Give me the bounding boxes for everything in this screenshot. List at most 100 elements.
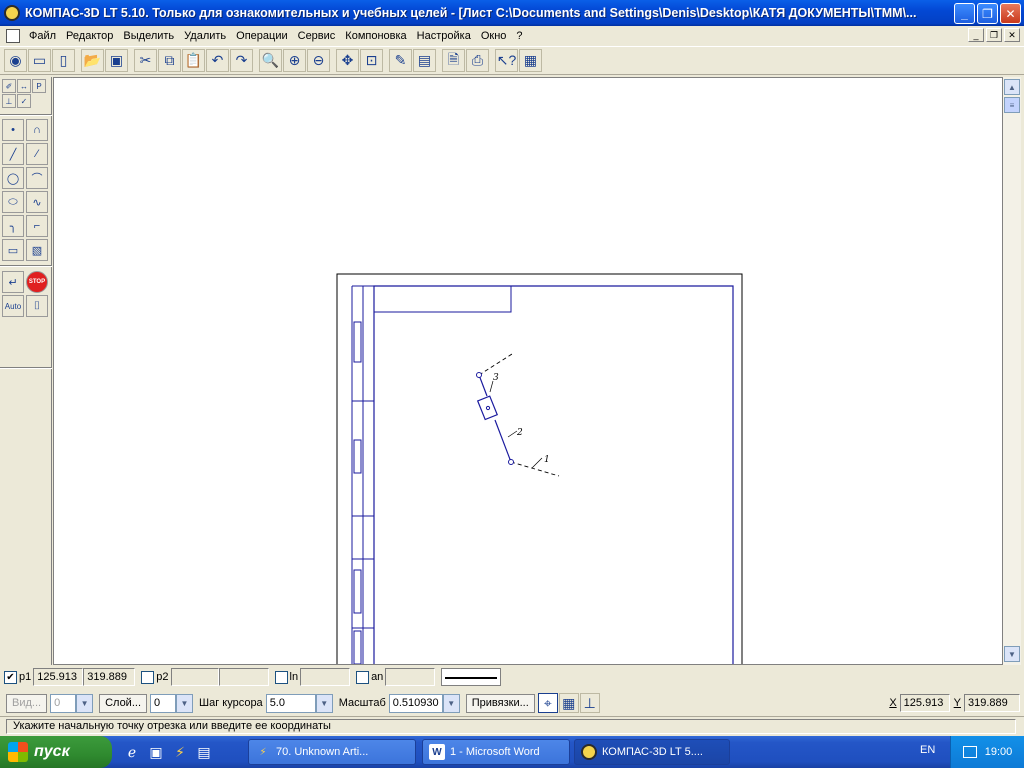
doc-restore-button[interactable]: ❐ [986,28,1002,42]
paste-icon[interactable]: 📋 [182,49,205,72]
rectangle-tool-icon[interactable]: ▭ [2,239,24,261]
tab-symbols-icon[interactable]: ⊥ [2,94,16,108]
drawing-sheet[interactable]: 1 2 3 [54,78,1002,664]
pan-icon[interactable]: ✥ [336,49,359,72]
scroll-up-button[interactable]: ▲ [1004,79,1020,95]
line-style-preview[interactable] [441,668,502,686]
tab-p[interactable]: P [32,79,46,93]
grid-icon[interactable]: ▦ [558,693,579,713]
language-indicator[interactable]: EN [920,744,935,756]
scale-select[interactable]: 0.510930 ▼ [388,693,460,713]
p2-checkbox[interactable] [141,670,155,684]
segment-tool-icon[interactable]: ╱ [2,143,24,165]
scroll-down-button[interactable]: ▼ [1004,646,1020,662]
menu-editor[interactable]: Редактор [61,30,118,42]
minimize-button[interactable]: _ [954,3,975,24]
new-model-icon[interactable]: ◉ [4,49,27,72]
chevron-down-icon[interactable]: ▼ [176,693,193,713]
ie-icon[interactable]: ℯ [122,742,142,762]
p2-x-field[interactable] [170,668,219,686]
menu-settings[interactable]: Настройка [412,30,476,42]
ortho-icon[interactable]: ⊥ [579,693,600,713]
enter-object-icon[interactable]: ↵ [2,271,24,293]
tab-dimensions-icon[interactable]: ↔ [17,79,31,93]
print-preview-icon[interactable]: 🗎 [442,49,465,72]
print-icon[interactable]: ⎙ [466,49,489,72]
drawing-canvas[interactable]: 1 2 3 [53,77,1003,665]
chamfer-tool-icon[interactable]: ⌐ [26,215,48,237]
redo-icon[interactable]: ↷ [230,49,253,72]
title-bar[interactable]: КОМПАС-3D LT 5.10. Только для ознакомите… [0,0,1024,26]
an-field[interactable] [385,668,436,686]
new-sheet-icon[interactable]: ▭ [28,49,51,72]
point-tool-icon[interactable]: • [2,119,24,141]
chevron-down-icon[interactable]: ▼ [442,693,460,713]
auto-create-toggle[interactable]: Auto [2,295,24,317]
task-microsoft-word[interactable]: W 1 - Microsoft Word [422,739,570,765]
undo-icon[interactable]: ↶ [206,49,229,72]
desktop-icon[interactable]: ▣ [146,742,166,762]
doc-minimize-button[interactable]: _ [968,28,984,42]
circle-tool-icon[interactable]: ◯ [2,167,24,189]
menu-select[interactable]: Выделить [118,30,179,42]
zoom-in-icon[interactable]: ⊕ [283,49,306,72]
layer-button[interactable]: Слой... [99,693,147,713]
manager-icon[interactable]: ▦ [519,49,542,72]
lightning-app-icon[interactable]: ⚡ [170,742,190,762]
view-select[interactable]: 0 ▼ [50,693,94,713]
kompas-app-icon[interactable] [4,5,20,21]
scroll-thumb[interactable]: ≡ [1004,97,1020,113]
close-button[interactable]: ✕ [1000,3,1021,24]
view-button[interactable]: Вид... [6,693,48,713]
stop-icon[interactable]: STOP [26,271,48,293]
snap-toggle-icon[interactable]: ⌖ [537,693,558,713]
document-icon[interactable] [6,28,20,43]
zoom-icon[interactable]: 🔍 [259,49,282,72]
zoom-all-icon[interactable]: ⊡ [360,49,383,72]
menu-delete[interactable]: Удалить [179,30,231,42]
ln-field[interactable] [300,668,351,686]
bezier-tool-icon[interactable]: ∿ [26,191,48,213]
an-checkbox[interactable] [356,670,370,684]
save-icon[interactable]: ▣ [105,49,128,72]
context-help-icon[interactable]: ↖? [495,49,518,72]
copy-icon[interactable]: ⧉ [158,49,181,72]
chevron-down-icon[interactable]: ▼ [76,693,94,713]
hatch-tool-icon[interactable]: ▧ [26,239,48,261]
ln-checkbox[interactable] [274,670,288,684]
new-fragment-icon[interactable]: ▯ [52,49,75,72]
properties-pencil-icon[interactable]: ✎ [389,49,412,72]
x-coordinate-field[interactable]: 125.913 [899,694,950,712]
tab-edit-icon[interactable]: ✓ [17,94,31,108]
maximize-button[interactable]: ❐ [977,3,998,24]
menu-file[interactable]: Файл [24,30,61,42]
clock[interactable]: 19:00 [985,746,1013,758]
p2-y-field[interactable] [218,668,269,686]
menu-operations[interactable]: Операции [231,30,292,42]
doc-close-button[interactable]: ✕ [1004,28,1020,42]
menu-service[interactable]: Сервис [293,30,341,42]
zoom-out-icon[interactable]: ⊖ [307,49,330,72]
task-kompas[interactable]: КОМПАС-3D LT 5.... [574,739,730,765]
open-folder-icon[interactable]: 📂 [81,49,104,72]
arc-tool-icon[interactable]: ⌒ [26,167,48,189]
start-button[interactable]: пуск [0,736,112,768]
layer-select[interactable]: 0 ▼ [150,693,193,713]
camera-icon[interactable]: ⌷ [26,295,48,317]
fillet-tool-icon[interactable]: ╮ [2,215,24,237]
chevron-down-icon[interactable]: ▼ [315,693,333,713]
menu-help[interactable]: ? [511,30,527,42]
task-unknown-article[interactable]: ⚡ 70. Unknown Arti... [248,739,416,765]
ellipse-tool-icon[interactable]: ⬭ [2,191,24,213]
cursor-step-select[interactable]: 5.0 ▼ [265,693,333,713]
p1-x-field[interactable]: 125.913 [33,668,84,686]
tab-geometry-icon[interactable]: ✐ [2,79,16,93]
y-coordinate-field[interactable]: 319.889 [964,694,1020,712]
screen-icon[interactable]: ▤ [413,49,436,72]
p1-checkbox[interactable]: ✔ [4,670,17,684]
p1-y-field[interactable]: 319.889 [83,668,136,686]
snaps-button[interactable]: Привязки... [465,693,535,713]
network-icon[interactable] [962,746,977,758]
cut-icon[interactable]: ✂ [134,49,157,72]
parallel-segment-tool-icon[interactable]: ⁄ [26,143,48,165]
